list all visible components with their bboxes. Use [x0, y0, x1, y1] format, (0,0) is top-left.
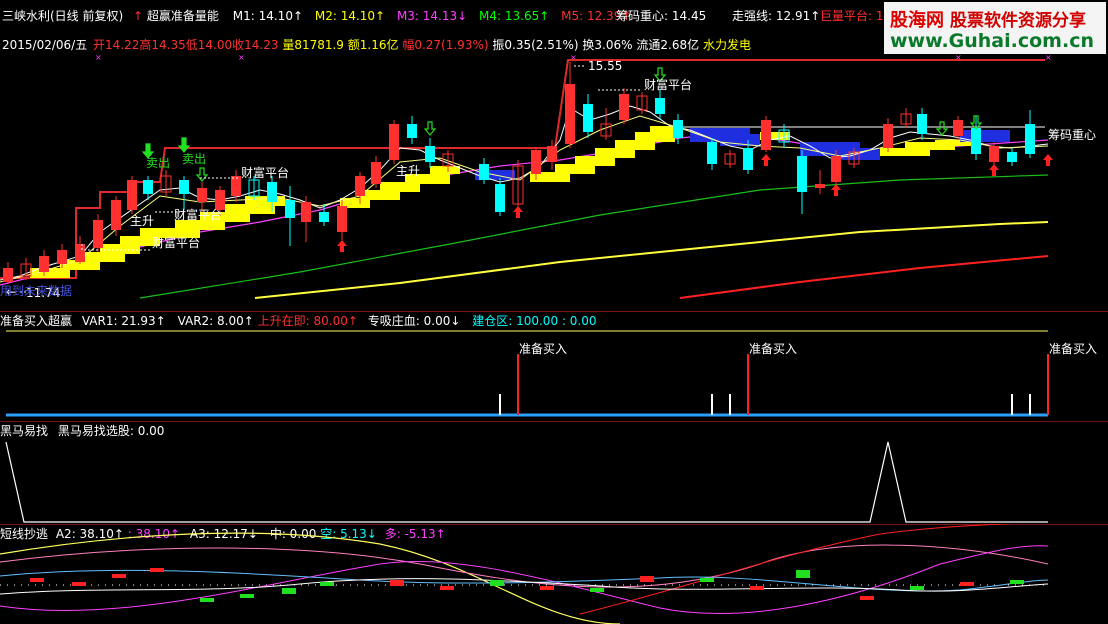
candle — [831, 156, 841, 182]
wave-white — [0, 578, 1049, 595]
candle — [743, 148, 753, 170]
candle — [707, 142, 717, 164]
wealth-platform-label: 财富平台 — [644, 78, 693, 92]
candle — [583, 104, 593, 132]
sell-label: 卖出 — [182, 152, 207, 166]
candle — [531, 150, 541, 174]
wave-cyan — [0, 569, 1049, 592]
candle — [127, 180, 137, 210]
wave-red — [579, 524, 1013, 615]
candle — [971, 128, 981, 154]
svg-text:×: × — [238, 53, 245, 62]
future-data-overlay: 用到未来数据 — [0, 284, 73, 298]
candle — [179, 180, 189, 194]
panel3-chart[interactable] — [0, 422, 1108, 524]
candle — [761, 120, 771, 150]
wealth-platform-label: 财富平台 — [241, 166, 290, 180]
candle — [231, 176, 241, 196]
buy-arrow-icon — [513, 206, 523, 218]
ma-long-red — [679, 255, 1049, 299]
candle — [197, 188, 207, 202]
candles — [3, 62, 1035, 284]
candle — [407, 124, 417, 138]
candle — [319, 212, 329, 222]
candle — [75, 244, 85, 262]
buy-signal-label: 准备买入 — [519, 342, 568, 356]
wave-yellow — [0, 532, 621, 624]
sell-label: 卖出 — [146, 156, 171, 170]
wave-magenta — [0, 545, 1049, 615]
buy-arrow-icon — [337, 240, 347, 252]
candle — [143, 180, 153, 194]
candle — [389, 124, 399, 160]
candle — [1025, 124, 1035, 154]
candle — [989, 146, 999, 162]
candle — [267, 182, 277, 202]
buy-arrow-icon — [1043, 154, 1053, 166]
candle — [215, 190, 225, 210]
candle — [953, 120, 963, 136]
chip-center-label: 筹码重心 — [1048, 128, 1097, 142]
candle — [815, 184, 825, 188]
candle — [285, 200, 295, 218]
candle — [673, 120, 683, 138]
candle — [565, 84, 575, 144]
candle — [93, 220, 103, 248]
candle — [619, 94, 629, 120]
candle — [917, 114, 927, 134]
svg-text:×: × — [95, 53, 102, 62]
buy-signal-label: 准备买入 — [749, 342, 798, 356]
buy-arrow-icon — [831, 184, 841, 196]
buy-signal-label: 准备买入 — [1049, 342, 1098, 356]
candle — [425, 146, 435, 162]
candle — [39, 256, 49, 272]
wealth-platform-label: 财富平台 — [174, 208, 223, 222]
buy-arrow-icon — [761, 154, 771, 166]
wealth-platform-label: 财富平台 — [152, 236, 201, 250]
main-rise-label: 主升 — [130, 214, 155, 228]
panel4-chart[interactable] — [0, 524, 1108, 624]
sell-arrow-outline-icon — [423, 121, 437, 136]
sell-arrow-icon — [177, 137, 191, 153]
candle — [111, 200, 121, 230]
buy-arrow-icon — [989, 164, 999, 176]
bull-bear-bars — [30, 568, 1024, 602]
candle — [479, 164, 489, 180]
darkhorse-line — [5, 441, 1048, 523]
candle — [797, 156, 807, 192]
sell-arrow-outline-icon — [935, 121, 949, 136]
candle — [3, 268, 13, 282]
panel2-chart[interactable] — [0, 312, 1108, 422]
candle — [57, 250, 67, 264]
candle — [495, 184, 505, 212]
candle — [547, 146, 557, 162]
candle — [371, 162, 381, 184]
candle — [883, 124, 893, 148]
candle — [1007, 152, 1017, 162]
main-rise-label: 主升 — [396, 164, 421, 178]
high-price-label: 15.55 — [588, 59, 623, 73]
candle — [655, 98, 665, 114]
ma-long-yellow — [254, 221, 1049, 299]
svg-text:×: × — [1045, 53, 1052, 62]
candle — [301, 202, 311, 222]
candle — [337, 206, 347, 232]
sell-arrow-outline-icon — [195, 167, 209, 182]
wave-pink — [0, 544, 1049, 588]
candle — [355, 176, 365, 196]
